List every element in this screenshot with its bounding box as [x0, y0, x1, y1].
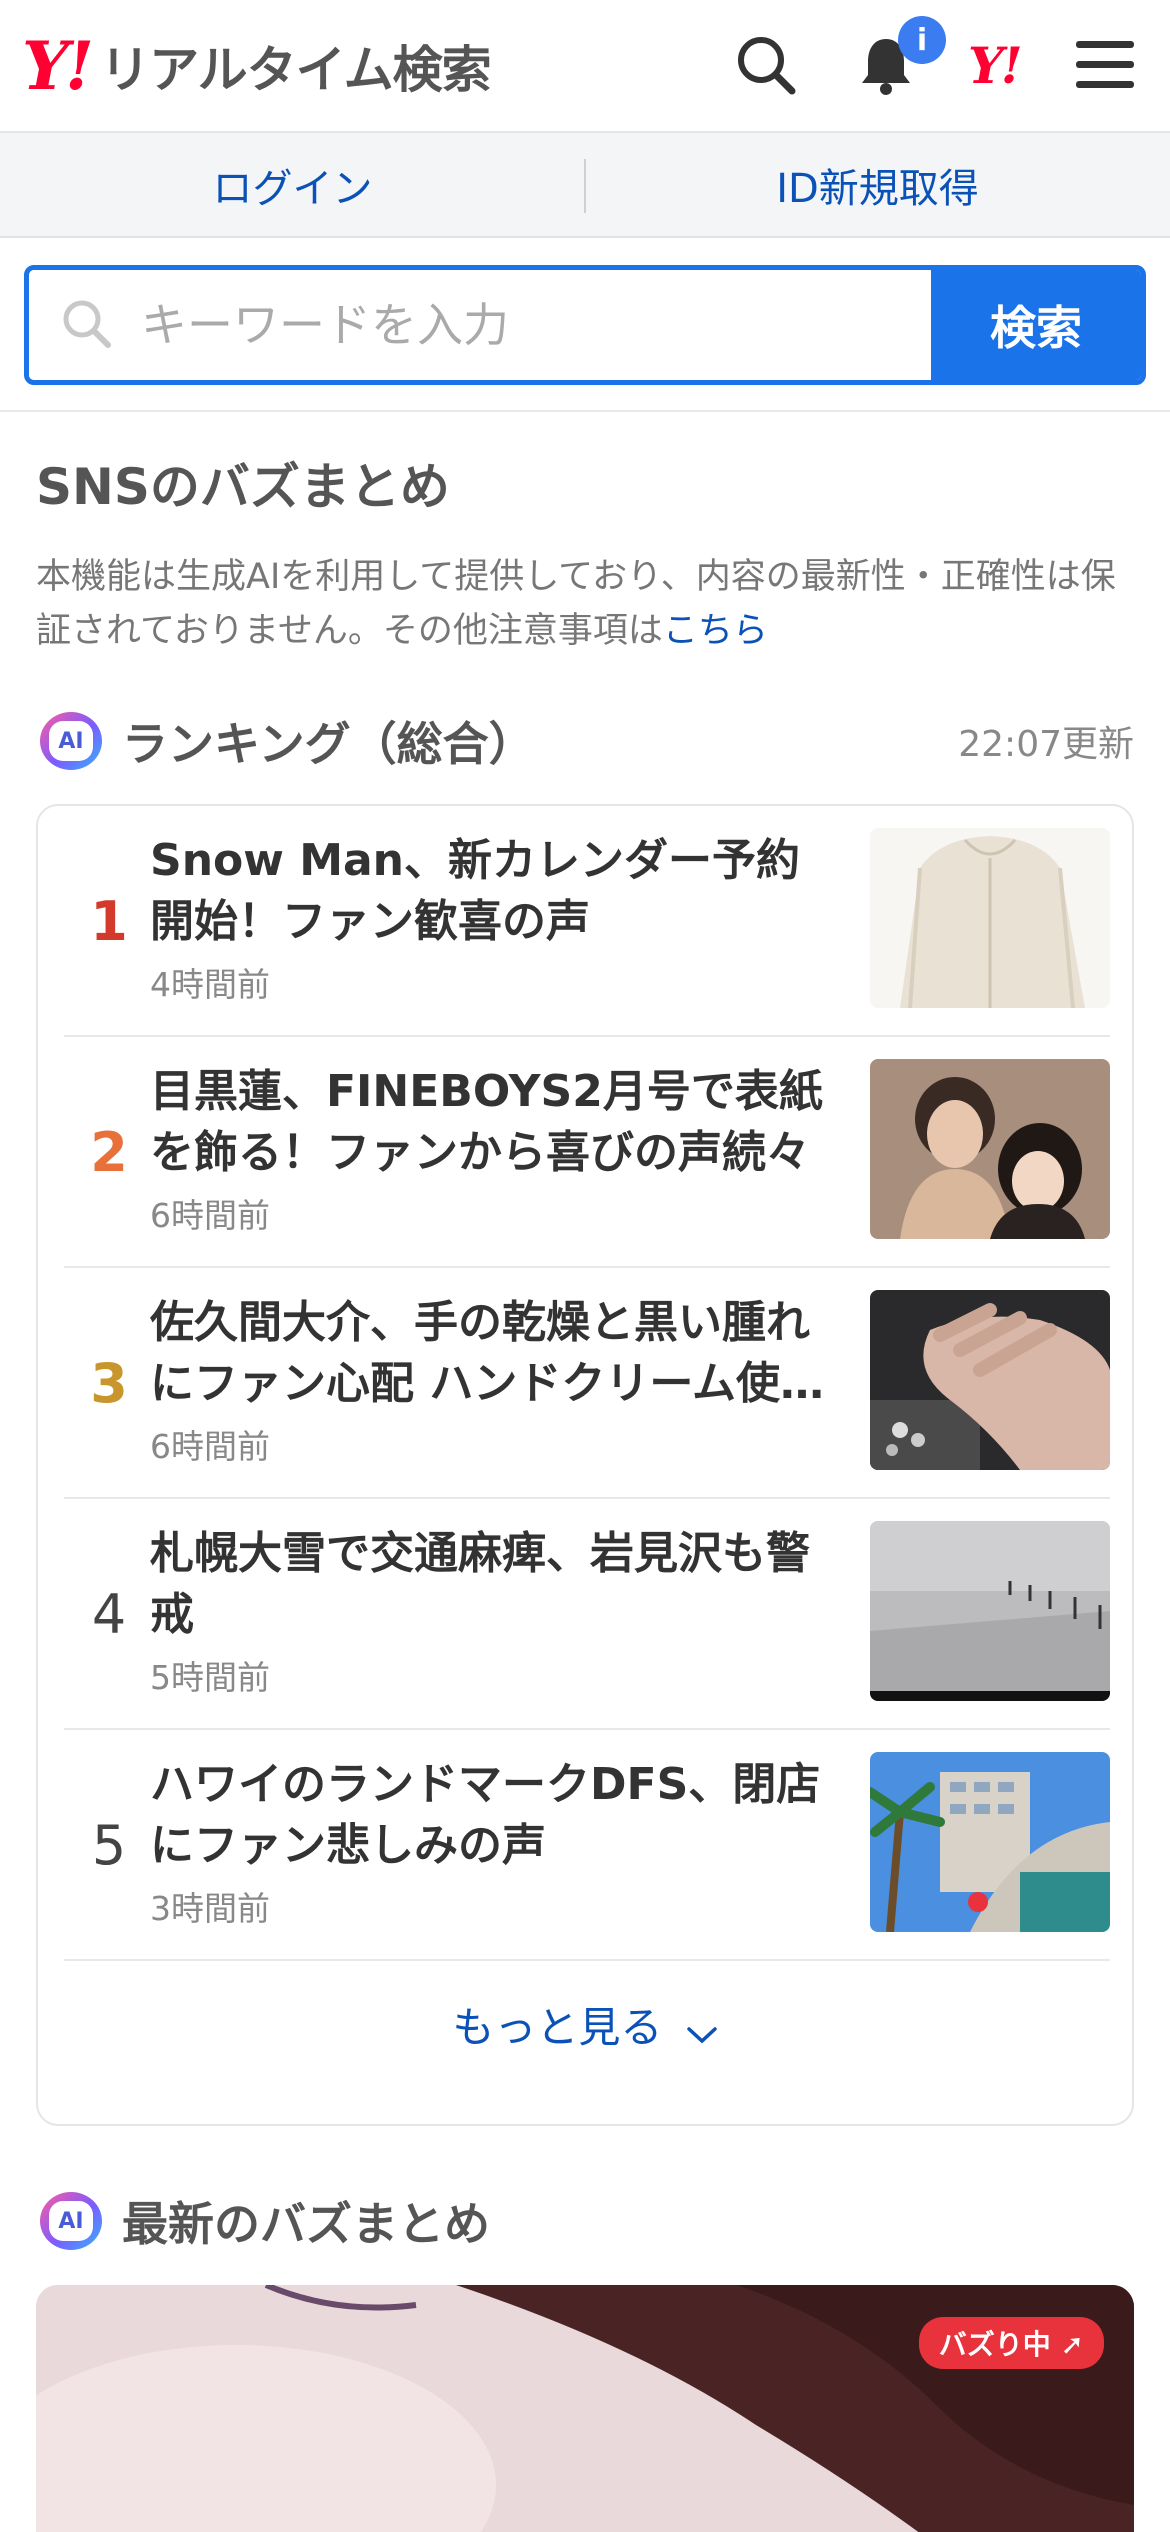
buzzing-badge: バズり中 ➚ — [918, 2317, 1104, 2369]
thumbnail-image — [870, 1059, 1110, 1239]
rank-number: 4 — [91, 1583, 127, 1646]
ranking-item-time: 5時間前 — [150, 1658, 270, 1697]
ai-notice-text: 本機能は生成AIを利用して提供しており、内容の最新性・正確性は保証されておりませ… — [36, 557, 1116, 651]
yahoo-realtime-logo[interactable]: Y! リアルタイム検索 — [22, 27, 492, 105]
notification-badge: i — [898, 16, 946, 64]
updated-time: 22:07更新 — [958, 724, 1134, 765]
ai-icon-label: AI — [49, 2201, 93, 2241]
ranking-item-title: 札幌大雪で交通麻痺、岩見沢も警戒 — [150, 1528, 810, 1640]
ai-icon-label: AI — [49, 721, 93, 761]
show-more-link[interactable]: もっと見る — [38, 1994, 1132, 2055]
ranking-card: 1 Snow Man、新カレンダー予約開始！ファン歓喜の声 4時間前 2 目黒蓮… — [36, 804, 1134, 2126]
menu-icon[interactable] — [1070, 30, 1140, 100]
ranking-item-title-text: 佐久間大介、手の乾燥と黒い腫れにファン心配 ハンドクリーム使… — [150, 1297, 824, 1409]
thumbnail-image — [870, 1290, 1110, 1470]
thumbnail-image — [870, 1752, 1110, 1932]
buzz-section-title: SNSのバズまとめ — [36, 458, 450, 516]
thumbnail-image — [870, 1521, 1110, 1701]
ranking-item-3[interactable]: 3 佐久間大介、手の乾燥と黒い腫れにファン心配 ハンドクリーム使… 6時間前 — [64, 1268, 1110, 1499]
app-header: Y! リアルタイム検索 i Y! — [0, 0, 1170, 133]
search-box: 検索 — [24, 265, 1146, 385]
ranking-item-title: ハワイのランドマークDFS、閉店にファン悲しみの声 — [150, 1759, 821, 1871]
search-icon[interactable] — [731, 30, 801, 100]
login-link[interactable]: ログイン — [0, 133, 585, 236]
ranking-header: AI ランキング（総合） 22:07更新 — [40, 708, 1134, 774]
rank-number: 2 — [90, 1121, 128, 1184]
rank-number: 5 — [91, 1814, 127, 1877]
latest-title: 最新のバズまとめ — [122, 2197, 490, 2251]
auth-bar: ログイン ID新規取得 — [0, 133, 1170, 238]
chevron-down-icon — [686, 2006, 718, 2055]
ranking-item-2[interactable]: 2 目黒蓮、FINEBOYS2月号で表紙を飾る！ファンから喜びの声続々 6時間前 — [64, 1037, 1110, 1268]
ai-icon: AI — [40, 712, 102, 770]
search-button[interactable]: 検索 — [931, 270, 1141, 380]
search-input[interactable] — [141, 298, 841, 352]
notice-link[interactable]: こちら — [663, 611, 768, 651]
ranking-item-5[interactable]: 5 ハワイのランドマークDFS、閉店にファン悲しみの声 3時間前 — [64, 1730, 1110, 1961]
search-field-icon — [59, 296, 113, 354]
ranking-item-4[interactable]: 4 札幌大雪で交通麻痺、岩見沢も警戒 5時間前 — [64, 1499, 1110, 1730]
ai-icon: AI — [40, 2192, 102, 2250]
show-more-label: もっと見る — [452, 2003, 663, 2052]
service-name: リアルタイム検索 — [100, 41, 491, 99]
ranking-item-title: Snow Man、新カレンダー予約開始！ファン歓喜の声 — [150, 835, 801, 947]
latest-header: AI 最新のバズまとめ — [40, 2188, 490, 2254]
ranking-item-title: 目黒蓮、FINEBOYS2月号で表紙を飾る！ファンから喜びの声続々 — [150, 1066, 823, 1178]
ranking-item-time: 6時間前 — [150, 1427, 270, 1466]
ranking-item-1[interactable]: 1 Snow Man、新カレンダー予約開始！ファン歓喜の声 4時間前 — [64, 806, 1110, 1037]
ranking-title: ランキング（総合） — [122, 717, 535, 771]
ranking-item-time: 4時間前 — [150, 965, 270, 1004]
section-divider — [0, 410, 1170, 412]
ranking-item-time: 3時間前 — [150, 1889, 270, 1928]
yahoo-top-link[interactable]: Y! — [968, 36, 1023, 95]
auth-divider — [584, 159, 586, 213]
rank-number: 3 — [90, 1352, 128, 1415]
ai-notice: 本機能は生成AIを利用して提供しており、内容の最新性・正確性は保証されておりませ… — [36, 550, 1136, 658]
buzzing-badge-label: バズり中 — [938, 2328, 1051, 2361]
ranking-item-time: 6時間前 — [150, 1196, 270, 1235]
latest-buzz-card[interactable]: バズり中 ➚ — [36, 2285, 1134, 2532]
thumbnail-image — [870, 828, 1110, 1008]
ranking-item-title: 佐久間大介、手の乾燥と黒い腫れにファン心配 ハンドクリーム使… — [150, 1292, 836, 1414]
search-field-wrap[interactable] — [29, 270, 931, 380]
arrow-up-icon: ➚ — [1060, 2328, 1084, 2361]
rank-number: 1 — [90, 890, 128, 953]
register-link[interactable]: ID新規取得 — [585, 133, 1170, 236]
yahoo-logo-mark: Y! — [22, 27, 94, 105]
